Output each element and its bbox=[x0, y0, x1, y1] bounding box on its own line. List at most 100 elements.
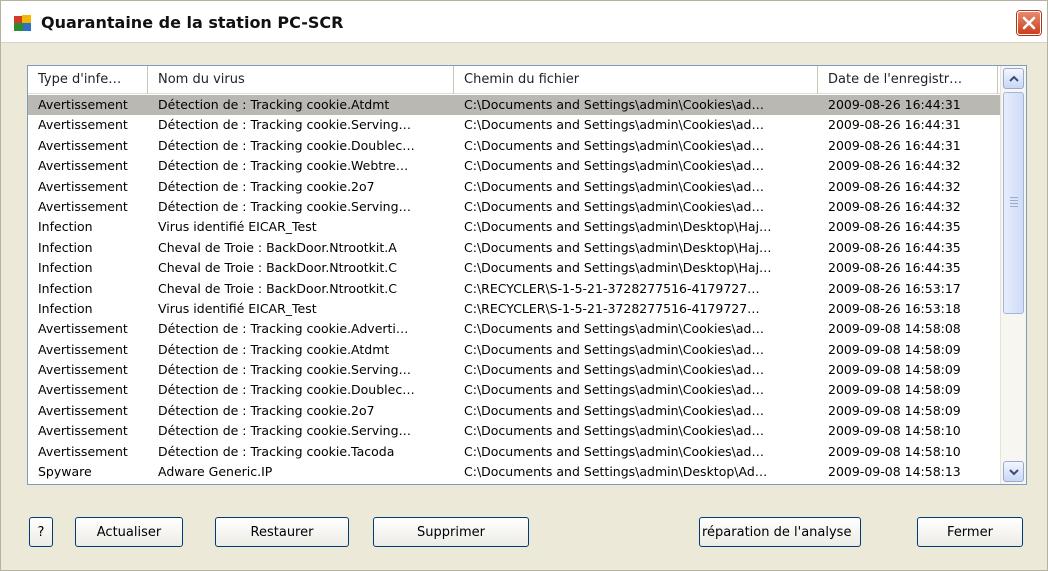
cell-file-path: C:\Documents and Settings\admin\Cookies\… bbox=[464, 178, 764, 194]
table-row[interactable]: Infection Virus identifié EICAR_Test C:\RE… bbox=[28, 299, 1000, 319]
cell-date: 2009-08-26 16:44:31 bbox=[828, 137, 961, 153]
cell-virus-name: Détection de : Tracking cookie.Serving… bbox=[158, 423, 412, 439]
cell-file-path: C:\Documents and Settings\admin\Cookies\… bbox=[464, 158, 764, 174]
cell-virus-name: Détection de : Tracking cookie.Doublec… bbox=[158, 382, 415, 398]
title-bar[interactable]: Quarantaine de la station PC-SCR bbox=[1, 1, 1047, 43]
cell-type: Avertissement bbox=[38, 321, 128, 337]
cell-date: 2009-09-08 14:58:08 bbox=[828, 321, 961, 337]
cell-type: Infection bbox=[38, 239, 93, 255]
table-row[interactable]: Infection Cheval de Troie : BackDoor.Ntro… bbox=[28, 279, 1000, 299]
cell-type: Avertissement bbox=[38, 117, 128, 133]
list-rows: Avertissement Détection de : Tracking coo… bbox=[28, 95, 1000, 482]
cell-file-path: C:\Documents and Settings\admin\Cookies\… bbox=[464, 362, 764, 378]
cell-virus-name: Détection de : Tracking cookie.Tacoda bbox=[158, 443, 395, 459]
restore-button[interactable]: Restaurer bbox=[215, 517, 349, 547]
cell-file-path: C:\Documents and Settings\admin\Cookies\… bbox=[464, 97, 764, 112]
cell-file-path: C:\Documents and Settings\admin\Cookies\… bbox=[464, 198, 764, 214]
list-header: Type d'infe… Nom du virus Chemin du fich… bbox=[28, 66, 1000, 94]
scroll-up-arrow-icon bbox=[1008, 75, 1019, 82]
cell-virus-name: Virus identifié EICAR_Test bbox=[158, 219, 317, 235]
cell-file-path: C:\Documents and Settings\admin\Cookies\… bbox=[464, 117, 764, 133]
cell-file-path: C:\Documents and Settings\admin\Cookies\… bbox=[464, 382, 764, 398]
cell-date: 2009-08-26 16:44:32 bbox=[828, 198, 961, 214]
window-title: Quarantaine de la station PC-SCR bbox=[41, 13, 344, 32]
cell-type: Infection bbox=[38, 300, 93, 316]
cell-date: 2009-08-26 16:44:32 bbox=[828, 178, 961, 194]
cell-type: Spyware bbox=[38, 464, 92, 480]
help-button[interactable]: ? bbox=[29, 517, 53, 547]
cell-file-path: C:\Documents and Settings\admin\Desktop\… bbox=[464, 464, 768, 480]
table-row[interactable]: Avertissement Détection de : Tracking coo… bbox=[28, 319, 1000, 339]
repair-scan-button[interactable]: réparation de l'analyse bbox=[699, 517, 861, 547]
table-row[interactable]: Spyware Adware Generic.IP C:\Documents and… bbox=[28, 462, 1000, 482]
table-row[interactable]: Avertissement Détection de : Tracking coo… bbox=[28, 340, 1000, 360]
scroll-thumb[interactable] bbox=[1003, 92, 1024, 314]
cell-virus-name: Cheval de Troie : BackDoor.Ntrootkit.C bbox=[158, 280, 397, 296]
cell-virus-name: Détection de : Tracking cookie.Doublec… bbox=[158, 137, 415, 153]
cell-file-path: C:\RECYCLER\S-1-5-21-3728277516-4179727… bbox=[464, 280, 760, 296]
scroll-down-button[interactable] bbox=[1003, 461, 1024, 482]
cell-date: 2009-08-26 16:44:35 bbox=[828, 239, 961, 255]
cell-virus-name: Détection de : Tracking cookie.Serving… bbox=[158, 198, 412, 214]
column-header-file-path[interactable]: Chemin du fichier bbox=[454, 66, 818, 94]
table-row[interactable]: Avertissement Détection de : Tracking coo… bbox=[28, 197, 1000, 217]
avg-logo-icon bbox=[14, 15, 31, 31]
column-header-virus-name[interactable]: Nom du virus bbox=[148, 66, 454, 94]
cell-date: 2009-08-26 16:44:31 bbox=[828, 117, 961, 133]
column-header-date[interactable]: Date de l'enregistr… bbox=[818, 66, 998, 94]
cell-date: 2009-08-26 16:44:31 bbox=[828, 97, 961, 112]
cell-type: Avertissement bbox=[38, 362, 128, 378]
cell-virus-name: Cheval de Troie : BackDoor.Ntrootkit.A bbox=[158, 239, 397, 255]
table-row[interactable]: Infection Cheval de Troie : BackDoor.Ntro… bbox=[28, 258, 1000, 278]
cell-date: 2009-08-26 16:44:35 bbox=[828, 260, 961, 276]
cell-date: 2009-09-08 14:58:09 bbox=[828, 382, 961, 398]
cell-type: Avertissement bbox=[38, 423, 128, 439]
cell-date: 2009-08-26 16:53:18 bbox=[828, 300, 961, 316]
cell-virus-name: Détection de : Tracking cookie.Webtre… bbox=[158, 158, 409, 174]
table-row[interactable]: Avertissement Détection de : Tracking coo… bbox=[28, 95, 1000, 116]
cell-file-path: C:\Documents and Settings\admin\Desktop\… bbox=[464, 219, 772, 235]
cell-date: 2009-09-08 14:58:09 bbox=[828, 341, 961, 357]
cell-virus-name: Détection de : Tracking cookie.2o7 bbox=[158, 402, 375, 418]
scroll-up-button[interactable] bbox=[1003, 68, 1024, 89]
cell-type: Avertissement bbox=[38, 402, 128, 418]
cell-virus-name: Cheval de Troie : BackDoor.Ntrootkit.C bbox=[158, 260, 397, 276]
cell-date: 2009-08-26 16:44:32 bbox=[828, 158, 961, 174]
cell-date: 2009-08-26 16:44:35 bbox=[828, 219, 961, 235]
cell-file-path: C:\Documents and Settings\admin\Cookies\… bbox=[464, 321, 764, 337]
cell-virus-name: Virus identifié EICAR_Test bbox=[158, 300, 317, 316]
cell-virus-name: Détection de : Tracking cookie.Atdmt bbox=[158, 97, 390, 112]
table-row[interactable]: Avertissement Détection de : Tracking coo… bbox=[28, 380, 1000, 400]
cell-file-path: C:\Documents and Settings\admin\Cookies\… bbox=[464, 443, 764, 459]
cell-file-path: C:\Documents and Settings\admin\Desktop\… bbox=[464, 239, 772, 255]
cell-date: 2009-09-08 14:58:10 bbox=[828, 423, 961, 439]
table-row[interactable]: Infection Virus identifié EICAR_Test C:\Do… bbox=[28, 217, 1000, 237]
table-row[interactable]: Avertissement Détection de : Tracking coo… bbox=[28, 360, 1000, 380]
vertical-scrollbar[interactable] bbox=[1000, 66, 1026, 484]
close-window-button[interactable] bbox=[1017, 11, 1041, 35]
table-row[interactable]: Avertissement Détection de : Tracking coo… bbox=[28, 136, 1000, 156]
cell-file-path: C:\Documents and Settings\admin\Cookies\… bbox=[464, 423, 764, 439]
cell-file-path: C:\Documents and Settings\admin\Desktop\… bbox=[464, 260, 772, 276]
cell-virus-name: Détection de : Tracking cookie.2o7 bbox=[158, 178, 375, 194]
cell-type: Avertissement bbox=[38, 382, 128, 398]
cell-file-path: C:\RECYCLER\S-1-5-21-3728277516-4179727… bbox=[464, 300, 760, 316]
table-row[interactable]: Avertissement Détection de : Tracking coo… bbox=[28, 156, 1000, 176]
table-row[interactable]: Avertissement Détection de : Tracking coo… bbox=[28, 442, 1000, 462]
table-row[interactable]: Avertissement Détection de : Tracking coo… bbox=[28, 115, 1000, 135]
column-header-type[interactable]: Type d'infe… bbox=[28, 66, 148, 94]
quarantine-list[interactable]: Type d'infe… Nom du virus Chemin du fich… bbox=[27, 65, 1027, 485]
cell-file-path: C:\Documents and Settings\admin\Cookies\… bbox=[464, 341, 764, 357]
cell-virus-name: Détection de : Tracking cookie.Serving… bbox=[158, 117, 412, 133]
cell-date: 2009-09-08 14:58:09 bbox=[828, 362, 961, 378]
cell-type: Avertissement bbox=[38, 97, 128, 112]
table-row[interactable]: Avertissement Détection de : Tracking coo… bbox=[28, 401, 1000, 421]
table-row[interactable]: Infection Cheval de Troie : BackDoor.Ntro… bbox=[28, 238, 1000, 258]
refresh-button[interactable]: Actualiser bbox=[75, 517, 183, 547]
cell-virus-name: Détection de : Tracking cookie.Adverti… bbox=[158, 321, 409, 337]
cell-virus-name: Adware Generic.IP bbox=[158, 464, 273, 480]
close-button[interactable]: Fermer bbox=[917, 517, 1023, 547]
delete-button[interactable]: Supprimer bbox=[373, 517, 529, 547]
table-row[interactable]: Avertissement Détection de : Tracking coo… bbox=[28, 177, 1000, 197]
table-row[interactable]: Avertissement Détection de : Tracking coo… bbox=[28, 421, 1000, 441]
